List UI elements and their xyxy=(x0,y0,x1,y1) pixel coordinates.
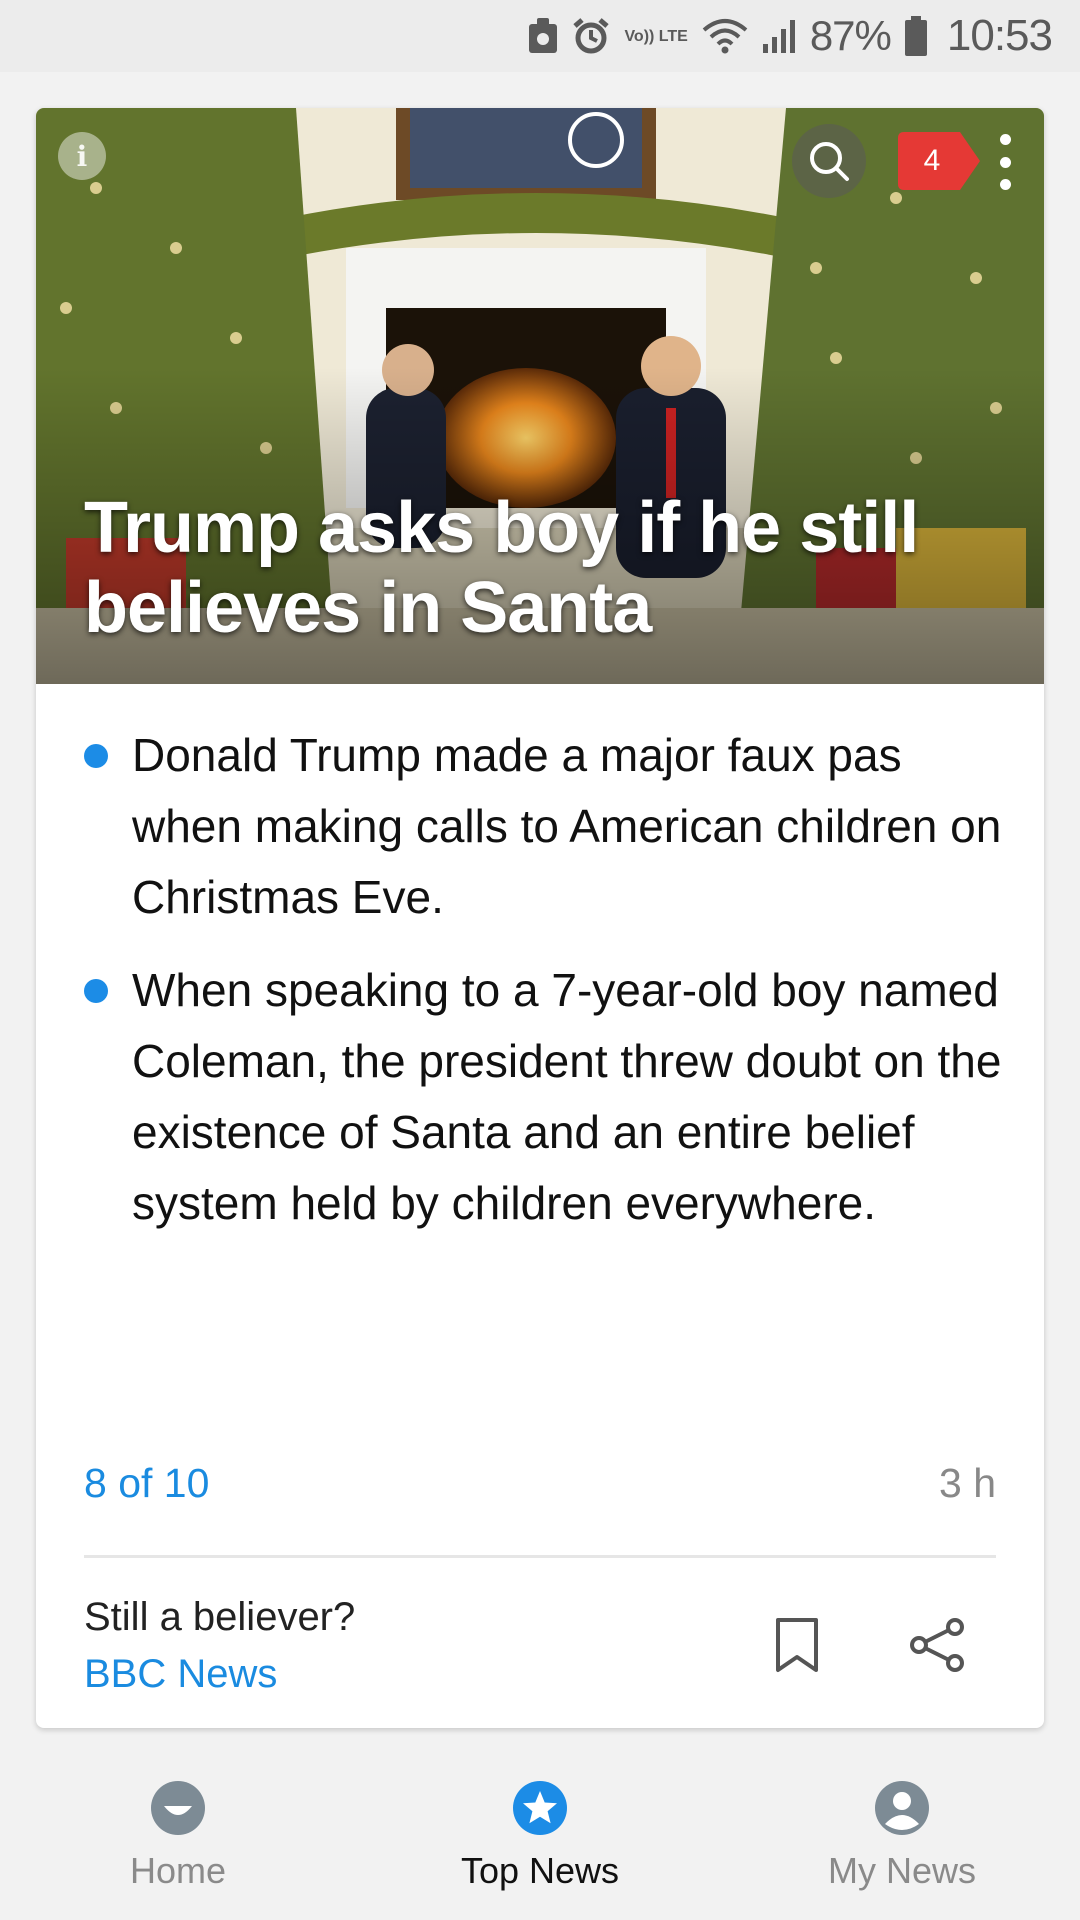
notification-badge[interactable]: 4 xyxy=(898,132,982,190)
nav-label: Home xyxy=(129,1850,227,1891)
info-icon: i xyxy=(76,139,88,173)
more-dot xyxy=(999,134,1011,145)
notification-count: 4 xyxy=(923,144,941,177)
battery-percent: 87% xyxy=(809,12,892,59)
source-headline[interactable]: Still a believer? xyxy=(84,1595,355,1640)
nav-top-news[interactable]: Top News xyxy=(390,1740,690,1920)
source-name[interactable]: BBC News xyxy=(84,1652,277,1697)
bullet-dot xyxy=(84,744,108,768)
share-button[interactable] xyxy=(892,1600,982,1690)
volte-indicator: Vo)) LTE xyxy=(624,27,688,45)
bookmark-icon xyxy=(776,1618,818,1672)
bullet-dot xyxy=(84,979,108,1003)
wifi-icon xyxy=(702,19,748,54)
bullet-text: When speaking to a 7-year-old boy named … xyxy=(132,964,1002,1229)
battery-icon xyxy=(904,16,927,56)
nav-home[interactable]: Home xyxy=(28,1740,328,1920)
search-icon xyxy=(810,142,849,181)
bullet-text: Donald Trump made a major faux pas when … xyxy=(132,729,1002,923)
info-button[interactable]: i xyxy=(58,132,106,180)
more-options-button[interactable] xyxy=(990,130,1020,194)
nav-label: My News xyxy=(827,1850,976,1891)
summary-bullets: Donald Trump made a major faux pas when … xyxy=(84,720,1024,1261)
android-lock-icon xyxy=(529,18,558,53)
star-icon xyxy=(513,1781,567,1835)
bottom-navigation: Home Top News My News xyxy=(0,1740,1080,1920)
clock: 10:53 xyxy=(946,11,1053,60)
summary-bullet: When speaking to a 7-year-old boy named … xyxy=(84,955,1024,1239)
article-title: Trump asks boy if he still believes in S… xyxy=(84,488,919,648)
article-card[interactable]: i 4 Trump asks boy if he still believes … xyxy=(36,108,1044,1728)
nav-my-news[interactable]: My News xyxy=(752,1740,1052,1920)
more-dot xyxy=(999,179,1011,190)
alarm-icon xyxy=(573,18,610,54)
person-icon xyxy=(875,1781,929,1835)
bookmark-button[interactable] xyxy=(752,1600,842,1690)
signal-icon xyxy=(762,20,795,53)
share-icon xyxy=(910,1618,964,1672)
hero-image: i 4 Trump asks boy if he still believes … xyxy=(36,108,1044,684)
search-button[interactable] xyxy=(792,124,866,198)
home-smile-icon xyxy=(151,1781,205,1835)
status-bar: Vo)) LTE 87% 10:53 xyxy=(0,0,1080,72)
nav-label: Top News xyxy=(460,1850,620,1891)
more-dot xyxy=(999,156,1011,168)
status-icons: Vo)) LTE 87% 10:53 xyxy=(528,0,1053,72)
summary-bullet: Donald Trump made a major faux pas when … xyxy=(84,720,1024,933)
